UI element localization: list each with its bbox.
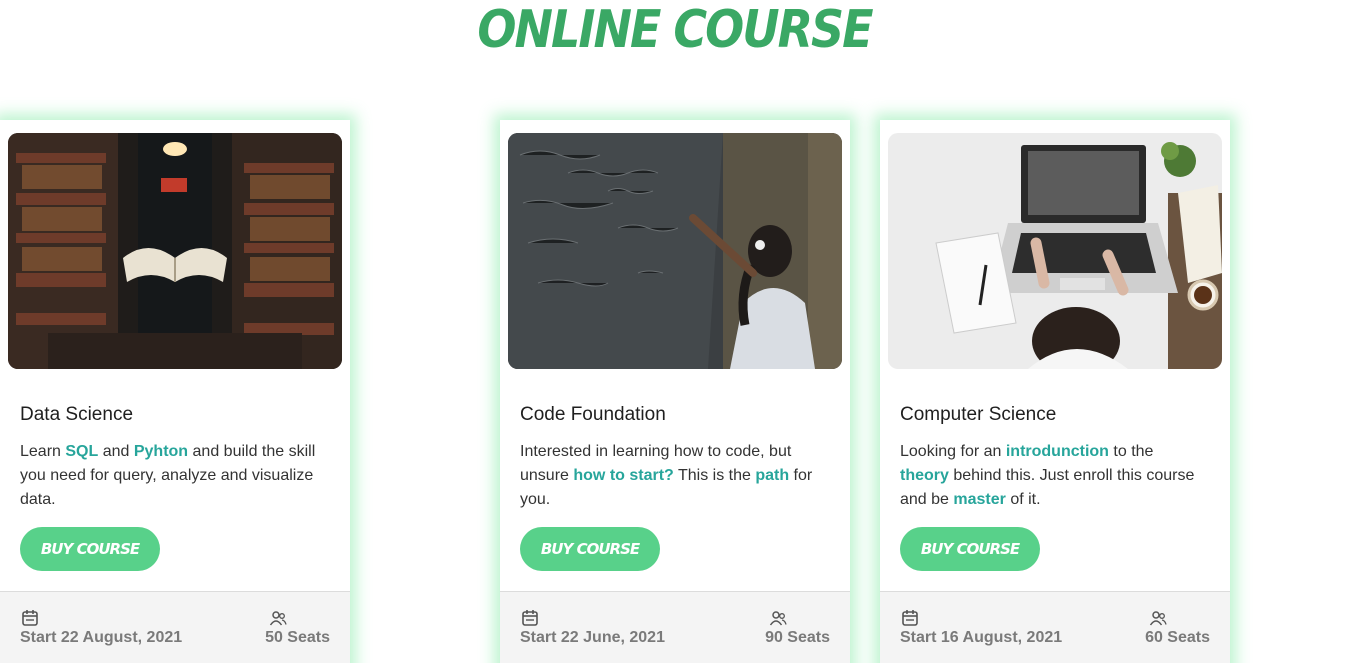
course-title: Computer Science bbox=[900, 404, 1057, 425]
users-icon bbox=[1149, 611, 1167, 626]
highlighted-term: SQL bbox=[65, 443, 99, 460]
course-description: Interested in learning how to code, but … bbox=[520, 440, 820, 512]
course-card-data-science: Data Science Learn SQL and Pyhton and bu… bbox=[0, 120, 350, 663]
calendar-icon bbox=[522, 610, 538, 626]
users-icon bbox=[769, 611, 787, 626]
seats-count: 60 Seats bbox=[1145, 629, 1210, 646]
course-footer: Start 16 August, 2021 60 Seats bbox=[880, 591, 1230, 663]
start-date: Start 16 August, 2021 bbox=[900, 629, 1063, 646]
course-title: Code Foundation bbox=[520, 404, 666, 425]
users-icon bbox=[269, 611, 287, 626]
course-footer: Start 22 August, 2021 50 Seats bbox=[0, 591, 350, 663]
highlighted-term: introdunction bbox=[1005, 443, 1109, 460]
seats-count: 50 Seats bbox=[265, 629, 330, 646]
start-date: Start 22 August, 2021 bbox=[20, 629, 183, 646]
start-date: Start 22 June, 2021 bbox=[520, 629, 665, 646]
course-description: Looking for an introdunction to the theo… bbox=[900, 440, 1200, 512]
course-title: Data Science bbox=[20, 404, 134, 425]
highlighted-term: master bbox=[953, 491, 1006, 508]
seats-count: 90 Seats bbox=[765, 629, 830, 646]
calendar-icon bbox=[902, 610, 918, 626]
course-image-chalkboard bbox=[508, 133, 842, 369]
buy-course-button[interactable]: BUY COURSE bbox=[900, 527, 1040, 571]
description-text: Looking for an bbox=[900, 443, 1006, 460]
course-description: Learn SQL and Pyhton and build the skill… bbox=[20, 440, 320, 512]
course-image-library bbox=[8, 133, 342, 369]
highlighted-term: how to start? bbox=[573, 467, 674, 484]
buy-course-button[interactable]: BUY COURSE bbox=[20, 527, 160, 571]
course-image-laptop bbox=[888, 133, 1222, 369]
highlighted-term: Pyhton bbox=[133, 443, 189, 460]
description-text: This is the bbox=[673, 467, 756, 484]
description-text: and bbox=[98, 443, 134, 460]
description-text: to the bbox=[1108, 443, 1154, 460]
course-footer: Start 22 June, 2021 90 Seats bbox=[500, 591, 850, 663]
buy-course-button[interactable]: BUY COURSE bbox=[520, 527, 660, 571]
highlighted-term: theory bbox=[900, 467, 949, 484]
highlighted-term: path bbox=[755, 467, 790, 484]
course-card-computer-science: Computer Science Looking for an introdun… bbox=[880, 120, 1230, 663]
description-text: Learn bbox=[20, 443, 66, 460]
calendar-icon bbox=[22, 610, 38, 626]
course-card-code-foundation: Code Foundation Interested in learning h… bbox=[500, 120, 850, 663]
page-title: ONLINE COURSE bbox=[477, 0, 873, 60]
description-text: of it. bbox=[1005, 491, 1041, 508]
